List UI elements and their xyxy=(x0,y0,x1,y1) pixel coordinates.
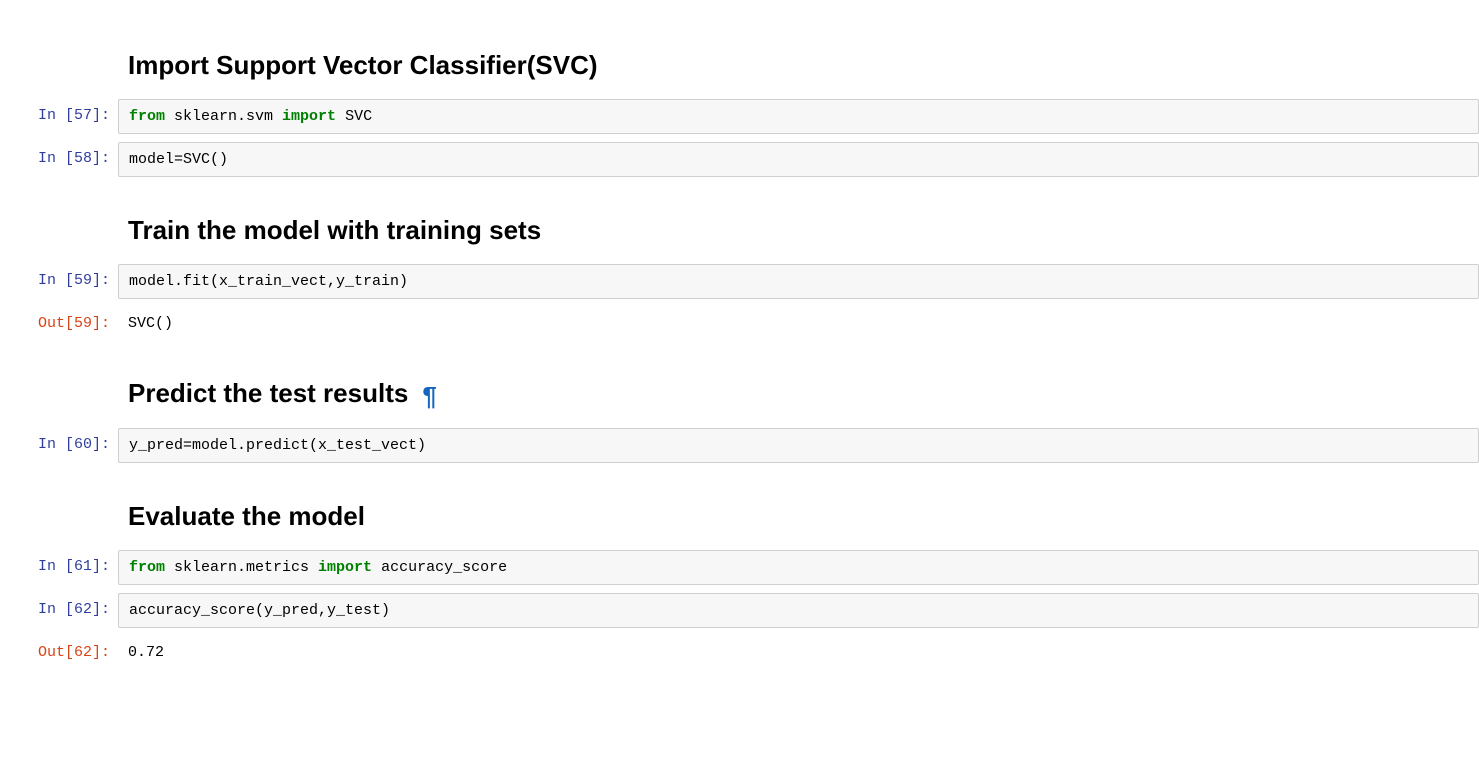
input-prompt: In [61]: xyxy=(0,550,118,577)
markdown-heading: Predict the test results ¶ xyxy=(128,378,1479,409)
code-cell[interactable]: In [61]: from sklearn.metrics import acc… xyxy=(0,550,1479,585)
notebook: Import Support Vector Classifier(SVC) In… xyxy=(0,0,1479,717)
code-cell[interactable]: In [57]: from sklearn.svm import SVC xyxy=(0,99,1479,134)
keyword: import xyxy=(318,559,372,576)
code-cell[interactable]: In [58]: model=SVC() xyxy=(0,142,1479,177)
heading-text: Evaluate the model xyxy=(128,501,365,531)
code-input[interactable]: model.fit(x_train_vect,y_train) xyxy=(118,264,1479,299)
keyword: import xyxy=(282,108,336,125)
code-text: model=SVC() xyxy=(129,151,228,168)
code-text: SVC xyxy=(336,108,372,125)
input-prompt: In [60]: xyxy=(0,428,118,455)
output-prompt: Out[59]: xyxy=(0,307,118,334)
output-cell: Out[59]: SVC() xyxy=(0,307,1479,340)
markdown-heading: Import Support Vector Classifier(SVC) xyxy=(128,50,1479,81)
keyword: from xyxy=(129,108,165,125)
heading-text: Train the model with training sets xyxy=(128,215,541,245)
code-input[interactable]: y_pred=model.predict(x_test_vect) xyxy=(118,428,1479,463)
input-prompt: In [58]: xyxy=(0,142,118,169)
input-prompt: In [62]: xyxy=(0,593,118,620)
code-input[interactable]: accuracy_score(y_pred,y_test) xyxy=(118,593,1479,628)
input-prompt: In [57]: xyxy=(0,99,118,126)
code-text: sklearn.svm xyxy=(165,108,282,125)
code-text: y_pred=model.predict(x_test_vect) xyxy=(129,437,426,454)
markdown-cell[interactable]: Train the model with training sets xyxy=(0,185,1479,264)
code-cell[interactable]: In [59]: model.fit(x_train_vect,y_train) xyxy=(0,264,1479,299)
code-text: sklearn.metrics xyxy=(165,559,318,576)
code-cell[interactable]: In [62]: accuracy_score(y_pred,y_test) xyxy=(0,593,1479,628)
output-text: 0.72 xyxy=(118,636,1479,669)
code-cell[interactable]: In [60]: y_pred=model.predict(x_test_vec… xyxy=(0,428,1479,463)
output-text: SVC() xyxy=(118,307,1479,340)
code-input[interactable]: from sklearn.metrics import accuracy_sco… xyxy=(118,550,1479,585)
code-input[interactable]: model=SVC() xyxy=(118,142,1479,177)
output-cell: Out[62]: 0.72 xyxy=(0,636,1479,669)
markdown-cell[interactable]: Evaluate the model xyxy=(0,471,1479,550)
markdown-heading: Evaluate the model xyxy=(128,501,1479,532)
markdown-cell[interactable]: Import Support Vector Classifier(SVC) xyxy=(0,20,1479,99)
code-text: accuracy_score xyxy=(372,559,507,576)
input-prompt: In [59]: xyxy=(0,264,118,291)
code-text: model.fit(x_train_vect,y_train) xyxy=(129,273,408,290)
pilcrow-icon[interactable]: ¶ xyxy=(422,381,436,411)
keyword: from xyxy=(129,559,165,576)
markdown-heading: Train the model with training sets xyxy=(128,215,1479,246)
code-text: accuracy_score(y_pred,y_test) xyxy=(129,602,390,619)
heading-text: Import Support Vector Classifier(SVC) xyxy=(128,50,598,80)
code-input[interactable]: from sklearn.svm import SVC xyxy=(118,99,1479,134)
markdown-cell[interactable]: Predict the test results ¶ xyxy=(0,348,1479,427)
output-prompt: Out[62]: xyxy=(0,636,118,663)
heading-text: Predict the test results xyxy=(128,378,408,408)
